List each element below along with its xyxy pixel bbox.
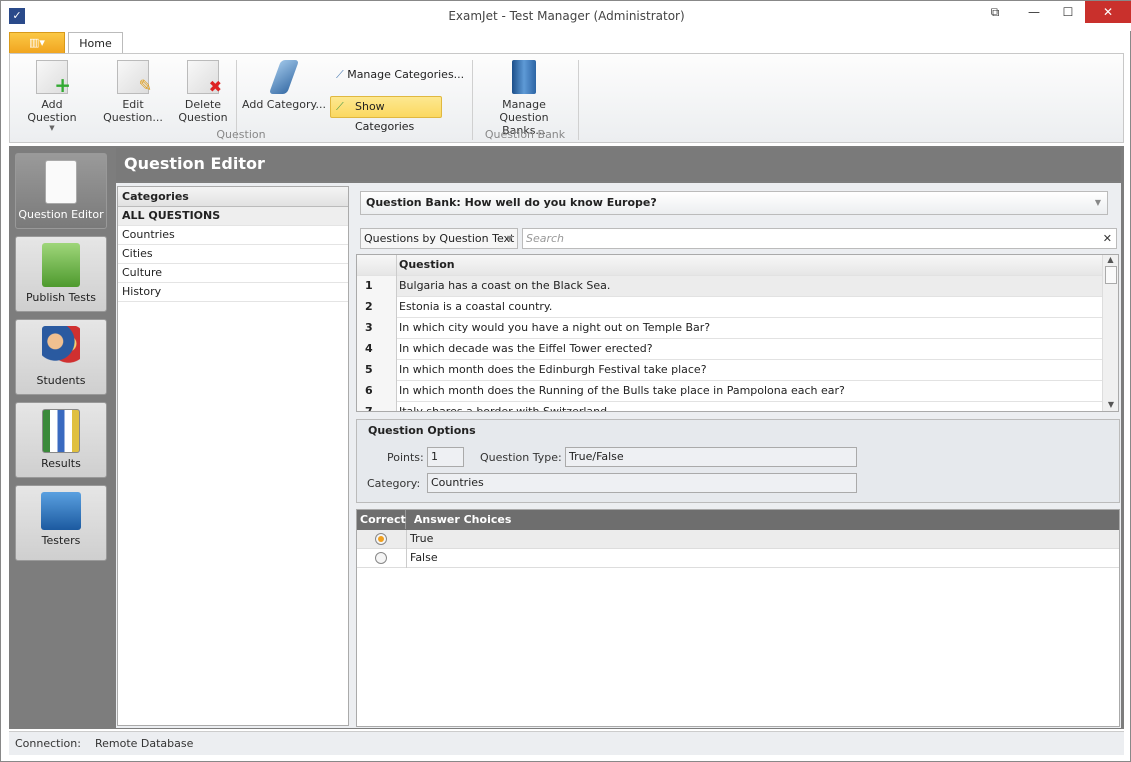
- chart-icon: [42, 409, 80, 453]
- manage-categories-button[interactable]: ⟋ Manage Categories...: [336, 68, 464, 82]
- question-text: Estonia is a coastal country.: [399, 300, 553, 313]
- group-label-question: Question: [216, 128, 266, 141]
- chevron-down-icon: ▼: [506, 234, 513, 243]
- nav-publish-tests[interactable]: Publish Tests: [15, 236, 107, 312]
- category-item[interactable]: ALL QUESTIONS: [118, 207, 348, 226]
- question-text: In which city would you have a night out…: [399, 321, 711, 334]
- minimize-button[interactable]: —: [1017, 1, 1051, 23]
- show-categories-button[interactable]: ⟋ Show Categories: [330, 96, 442, 133]
- correct-radio[interactable]: [375, 552, 387, 564]
- delete-question-button[interactable]: ✖ Delete Question: [176, 60, 230, 124]
- question-text: In which decade was the Eiffel Tower ere…: [399, 342, 653, 355]
- table-row[interactable]: 6 In which month does the Running of the …: [357, 381, 1102, 402]
- users-icon: [42, 326, 80, 370]
- row-number: 5: [357, 360, 397, 381]
- category-item[interactable]: Countries: [118, 226, 348, 245]
- restore-icon[interactable]: ⧉: [978, 1, 1012, 23]
- search-input[interactable]: Search ✕: [522, 228, 1117, 249]
- correct-radio[interactable]: [375, 533, 387, 545]
- categories-header: Categories: [118, 187, 348, 207]
- row-number: 2: [357, 297, 397, 318]
- question-type-field[interactable]: True/False: [565, 447, 857, 467]
- nav-testers[interactable]: Testers: [15, 485, 107, 561]
- row-number: 7: [357, 402, 397, 411]
- document-icon: [45, 160, 77, 204]
- row-number: 3: [357, 318, 397, 339]
- question-type-label: Question Type:: [480, 451, 562, 464]
- question-filter-dropdown[interactable]: Questions by Question Text ▼: [360, 228, 518, 249]
- group-label-question-bank: Question Bank: [484, 128, 566, 141]
- tag-add-icon: [268, 60, 300, 94]
- tags-icon: ⟋: [336, 100, 344, 113]
- edit-question-button[interactable]: ✎ Edit Question...: [94, 60, 172, 124]
- tab-home[interactable]: Home: [68, 32, 123, 54]
- table-row[interactable]: 3 In which city would you have a night ou…: [357, 318, 1102, 339]
- delete-document-icon: ✖: [187, 60, 222, 96]
- category-item[interactable]: Cities: [118, 245, 348, 264]
- add-question-button[interactable]: + Add Question ▼: [16, 60, 88, 132]
- manage-question-banks-button[interactable]: Manage Question Banks...: [476, 60, 572, 137]
- network-icon: [41, 492, 81, 530]
- nav-question-editor[interactable]: Question Editor: [15, 153, 107, 229]
- questions-grid: Question 1 Bulgaria has a coast on the Bl…: [356, 254, 1119, 412]
- question-text: In which month does the Edinburgh Festiv…: [399, 363, 707, 376]
- question-options-panel: Question Options Points: 1 Question Type…: [356, 419, 1120, 503]
- grid-header: Question: [357, 255, 1102, 276]
- close-button[interactable]: ✕: [1085, 1, 1131, 23]
- categories-panel: Categories ALL QUESTIONS Countries Citie…: [117, 186, 349, 726]
- row-number: 4: [357, 339, 397, 360]
- category-item[interactable]: Culture: [118, 264, 348, 283]
- add-category-button[interactable]: Add Category...: [242, 60, 326, 111]
- ribbon: + Add Question ▼ ✎ Edit Question... ✖ Del…: [9, 53, 1124, 143]
- category-item[interactable]: History: [118, 283, 348, 302]
- clear-search-icon[interactable]: ✕: [1103, 229, 1112, 248]
- table-row[interactable]: 7 Italy shares a border with Switzerland: [357, 402, 1102, 412]
- row-number: 6: [357, 381, 397, 402]
- answer-row[interactable]: True: [357, 530, 1119, 549]
- connection-label: Connection:: [15, 737, 81, 750]
- category-field[interactable]: Countries: [427, 473, 857, 493]
- answer-row[interactable]: False: [357, 549, 1119, 568]
- question-bank-dropdown[interactable]: Question Bank: How well do you know Euro…: [360, 191, 1108, 215]
- status-bar: Connection: Remote Database: [9, 731, 1124, 755]
- row-number: 1: [357, 276, 397, 297]
- window-title: ExamJet - Test Manager (Administrator): [448, 9, 685, 23]
- chevron-down-icon: ▼: [1094, 198, 1101, 207]
- table-row[interactable]: 1 Bulgaria has a coast on the Black Sea.: [357, 276, 1102, 297]
- publish-icon: [42, 243, 80, 287]
- app-menu-button[interactable]: ▥▾: [9, 32, 65, 54]
- points-label: Points:: [387, 451, 424, 464]
- table-row[interactable]: 4 In which decade was the Eiffel Tower er…: [357, 339, 1102, 360]
- scrollbar[interactable]: ▲ ▼: [1102, 255, 1118, 411]
- points-field[interactable]: 1: [427, 447, 464, 467]
- question-text: Bulgaria has a coast on the Black Sea.: [399, 279, 611, 292]
- divider: [578, 60, 579, 140]
- tag-icon: ⟋: [336, 68, 344, 81]
- category-label: Category:: [367, 477, 421, 490]
- table-row[interactable]: 5 In which month does the Edinburgh Festi…: [357, 360, 1102, 381]
- page-title: Question Editor: [116, 148, 1121, 181]
- answers-header: Correct Answer Choices: [357, 510, 1119, 530]
- question-text: In which month does the Running of the B…: [399, 384, 845, 397]
- maximize-button[interactable]: ☐: [1051, 1, 1085, 23]
- options-title: Question Options: [368, 424, 476, 437]
- nav-results[interactable]: Results: [15, 402, 107, 478]
- table-row[interactable]: 2 Estonia is a coastal country.: [357, 297, 1102, 318]
- question-text: Italy shares a border with Switzerland: [399, 405, 608, 412]
- answer-choices-grid: Correct Answer Choices True False: [356, 509, 1120, 727]
- edit-document-icon: ✎: [117, 60, 152, 95]
- book-icon: [512, 60, 536, 94]
- nav-students[interactable]: Students: [15, 319, 107, 395]
- connection-value: Remote Database: [94, 737, 194, 750]
- add-document-icon: +: [36, 60, 71, 97]
